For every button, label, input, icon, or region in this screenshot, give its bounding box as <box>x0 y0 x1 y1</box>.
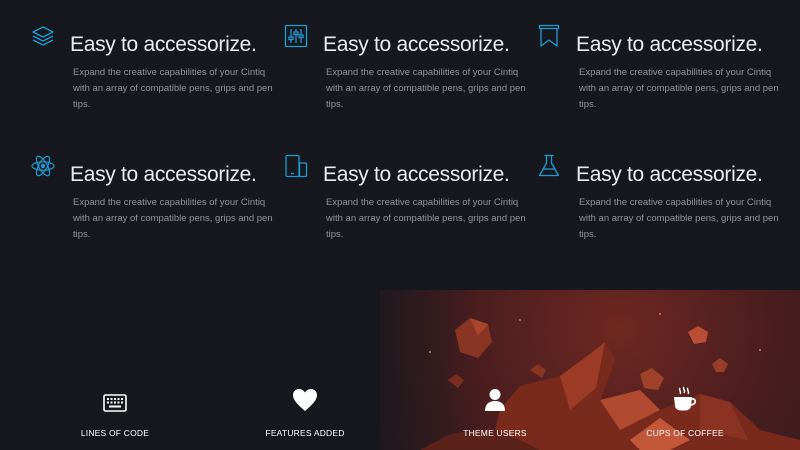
feature-title: Easy to accessorize. <box>576 33 763 56</box>
flask-icon <box>536 153 562 179</box>
feature-description: Expand the creative capabilities of your… <box>73 67 273 110</box>
atom-icon <box>30 153 56 179</box>
feature-description: Expand the creative capabilities of your… <box>326 67 526 110</box>
feature-title: Easy to accessorize. <box>323 163 510 186</box>
feature-description: Expand the creative capabilities of your… <box>579 197 779 240</box>
heart-icon <box>225 386 385 412</box>
stat-item: LINES OF CODE <box>35 386 195 438</box>
coffee-cup-icon <box>605 386 765 412</box>
stat-item: THEME USERS <box>415 386 575 438</box>
feature-title: Easy to accessorize. <box>323 33 510 56</box>
devices-icon <box>283 153 309 179</box>
stats-section: LINES OF CODE FEATURES ADDED THEME USERS <box>0 290 800 450</box>
stat-item: FEATURES ADDED <box>225 386 385 438</box>
stat-label: THEME USERS <box>463 428 527 438</box>
keyboard-icon <box>35 386 195 412</box>
user-icon <box>415 386 575 412</box>
feature-description: Expand the creative capabilities of your… <box>73 197 273 240</box>
features-section: Easy to accessorize. Expand the creative… <box>0 0 800 290</box>
feature-title: Easy to accessorize. <box>576 163 763 186</box>
stat-item: CUPS OF COFFEE <box>605 386 765 438</box>
feature-description: Expand the creative capabilities of your… <box>579 67 779 110</box>
stat-label: FEATURES ADDED <box>265 428 345 438</box>
feature-title: Easy to accessorize. <box>70 163 257 186</box>
bookmark-icon <box>536 23 562 49</box>
feature-title: Easy to accessorize. <box>70 33 257 56</box>
layers-icon <box>30 23 56 49</box>
sliders-icon <box>283 23 309 49</box>
feature-description: Expand the creative capabilities of your… <box>326 197 526 240</box>
stat-label: LINES OF CODE <box>80 428 150 438</box>
stat-label: CUPS OF COFFEE <box>646 428 724 438</box>
